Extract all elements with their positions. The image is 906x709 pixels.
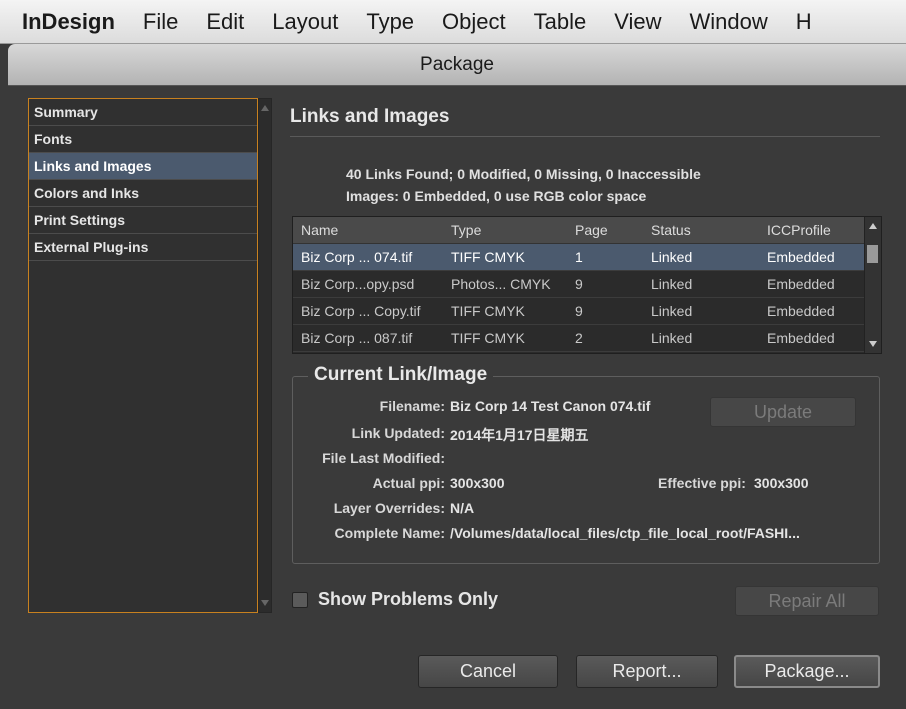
update-button-label: Update xyxy=(753,401,813,422)
cell-name: Biz Corp ... 087.tif xyxy=(301,330,413,346)
cell-icc-profile: Embedded xyxy=(767,303,835,319)
sidebar-item-label: Colors and Inks xyxy=(34,185,140,201)
scroll-up-arrow-icon[interactable] xyxy=(869,223,877,229)
cell-status: Linked xyxy=(651,303,693,319)
column-header-icc-profile[interactable]: ICCProfile xyxy=(767,217,863,243)
sidebar-item-colors-and-inks[interactable]: Colors and Inks xyxy=(29,180,257,207)
complete-name-value: /Volumes/data/local_files/ctp_file_local… xyxy=(450,525,800,541)
links-table: Name Type Page Status ICCProfile Biz Cor… xyxy=(292,216,882,354)
menu-window[interactable]: Window xyxy=(690,9,768,35)
cell-name: Biz Corp...opy.psd xyxy=(301,276,415,292)
filename-label: Filename: xyxy=(379,398,445,414)
table-row[interactable]: Biz Corp...opy.psd Photos... CMYK 9 Link… xyxy=(293,271,881,298)
cancel-button[interactable]: Cancel xyxy=(418,655,558,688)
sidebar-item-label: Summary xyxy=(34,104,98,120)
table-scrollbar[interactable] xyxy=(864,217,881,353)
cell-icc-profile: Embedded xyxy=(767,276,835,292)
sidebar-item-summary[interactable]: Summary xyxy=(29,99,257,126)
link-updated-value: 2014年1月17日星期五 xyxy=(450,427,589,443)
sidebar-item-fonts[interactable]: Fonts xyxy=(29,126,257,153)
menu-view[interactable]: View xyxy=(614,9,661,35)
cell-status: Linked xyxy=(651,330,693,346)
actual-ppi-value: 300x300 xyxy=(450,475,505,491)
menu-object[interactable]: Object xyxy=(442,9,506,35)
report-button-label: Report... xyxy=(612,661,682,681)
cell-type: TIFF CMYK xyxy=(451,303,525,319)
cell-icc-profile: Embedded xyxy=(767,249,835,265)
cell-type: TIFF CMYK xyxy=(451,330,525,346)
cell-page: 9 xyxy=(575,276,583,292)
menu-file[interactable]: File xyxy=(143,9,178,35)
table-row[interactable]: Biz Corp ... 074.tif TIFF CMYK 1 Linked … xyxy=(293,244,881,271)
sidebar-scrollbar[interactable] xyxy=(258,98,272,613)
cell-icc-profile: Embedded xyxy=(767,330,835,346)
table-row[interactable]: Biz Corp ... Copy.tif TIFF CMYK 9 Linked… xyxy=(293,298,881,325)
column-header-page[interactable]: Page xyxy=(575,217,651,243)
show-problems-checkbox[interactable] xyxy=(292,592,308,608)
show-problems-label[interactable]: Show Problems Only xyxy=(318,589,498,610)
cell-status: Linked xyxy=(651,249,693,265)
menu-layout[interactable]: Layout xyxy=(272,9,338,35)
table-header: Name Type Page Status ICCProfile xyxy=(293,217,881,244)
table-row[interactable]: Biz Corp ... 087.tif TIFF CMYK 2 Linked … xyxy=(293,325,881,352)
scroll-thumb[interactable] xyxy=(867,245,878,263)
cell-status: Linked xyxy=(651,276,693,292)
cell-type: TIFF CMYK xyxy=(451,249,525,265)
filename-value: Biz Corp 14 Test Canon 074.tif xyxy=(450,398,651,414)
effective-ppi-value: 300x300 xyxy=(754,475,809,491)
sidebar-item-label: Fonts xyxy=(34,131,73,147)
layer-overrides-label: Layer Overrides: xyxy=(333,500,445,516)
sidebar: Summary Fonts Links and Images Colors an… xyxy=(28,98,258,613)
scroll-down-arrow-icon[interactable] xyxy=(261,600,269,606)
actual-ppi-label: Actual ppi: xyxy=(372,475,445,491)
repair-all-button-label: Repair All xyxy=(768,590,846,611)
menu-table[interactable]: Table xyxy=(534,9,587,35)
sidebar-item-external-plug-ins[interactable]: External Plug-ins xyxy=(29,234,257,261)
link-updated-label: Link Updated: xyxy=(351,425,445,441)
cell-name: Biz Corp ... 074.tif xyxy=(301,249,413,265)
cancel-button-label: Cancel xyxy=(459,661,517,681)
column-header-name[interactable]: Name xyxy=(293,217,451,243)
sidebar-item-print-settings[interactable]: Print Settings xyxy=(29,207,257,234)
section-title: Links and Images xyxy=(290,106,450,127)
column-header-type[interactable]: Type xyxy=(451,217,575,243)
cell-page: 9 xyxy=(575,303,583,319)
package-button-label: Package... xyxy=(764,661,850,681)
cell-page: 2 xyxy=(575,330,583,346)
menu-help[interactable]: H xyxy=(796,9,812,35)
cell-type: Photos... CMYK xyxy=(451,276,551,292)
repair-all-button[interactable]: Repair All xyxy=(735,586,879,616)
file-last-modified-label: File Last Modified: xyxy=(322,450,445,466)
scroll-up-arrow-icon[interactable] xyxy=(261,105,269,111)
sidebar-item-label: External Plug-ins xyxy=(34,239,149,255)
links-summary: 40 Links Found; 0 Modified, 0 Missing, 0… xyxy=(346,166,701,182)
layer-overrides-value: N/A xyxy=(450,500,475,516)
dialog-titlebar: Package xyxy=(8,44,906,86)
menu-app-indesign[interactable]: InDesign xyxy=(22,9,115,35)
complete-name-label: Complete Name: xyxy=(334,525,445,541)
dialog-title: Package xyxy=(420,53,494,75)
current-link-title: Current Link/Image xyxy=(308,364,494,386)
update-button[interactable]: Update xyxy=(710,397,856,427)
menu-edit[interactable]: Edit xyxy=(206,9,244,35)
sidebar-item-links-and-images[interactable]: Links and Images xyxy=(29,153,257,180)
effective-ppi-label: Effective ppi: xyxy=(658,475,746,491)
menubar: InDesign File Edit Layout Type Object Ta… xyxy=(0,0,906,44)
cell-name: Biz Corp ... Copy.tif xyxy=(301,303,421,319)
sidebar-item-label: Print Settings xyxy=(34,212,126,228)
section-divider xyxy=(290,136,880,137)
package-button[interactable]: Package... xyxy=(734,655,880,688)
scroll-down-arrow-icon[interactable] xyxy=(869,341,877,347)
package-dialog: Summary Fonts Links and Images Colors an… xyxy=(8,86,906,709)
images-summary: Images: 0 Embedded, 0 use RGB color spac… xyxy=(346,188,647,204)
column-header-status[interactable]: Status xyxy=(651,217,767,243)
report-button[interactable]: Report... xyxy=(576,655,718,688)
sidebar-item-label: Links and Images xyxy=(34,158,152,174)
menu-type[interactable]: Type xyxy=(366,9,414,35)
cell-page: 1 xyxy=(575,249,583,265)
